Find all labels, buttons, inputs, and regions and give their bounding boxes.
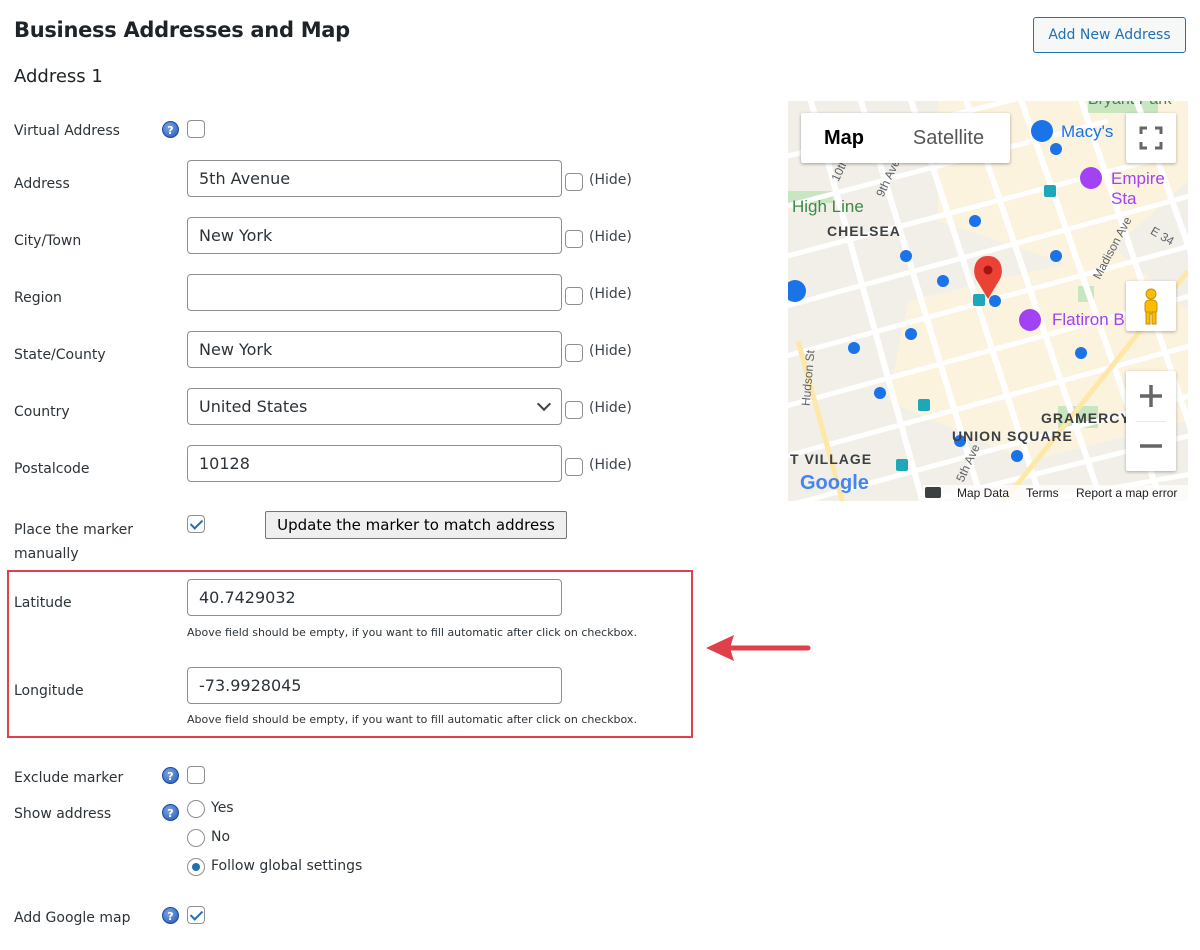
latitude-hint: Above field should be empty, if you want… bbox=[187, 626, 637, 639]
region-hide-checkbox[interactable] bbox=[565, 287, 583, 305]
country-hide-checkbox[interactable] bbox=[565, 401, 583, 419]
map-tab-map[interactable]: Map bbox=[801, 113, 887, 163]
show-address-option-global: Follow global settings bbox=[211, 858, 363, 874]
postalcode-hide-checkbox[interactable] bbox=[565, 458, 583, 476]
add-google-map-label: Add Google map bbox=[14, 910, 131, 926]
map-label-chelsea: CHELSEA bbox=[827, 223, 901, 239]
map-report-link[interactable]: Report a map error bbox=[1076, 486, 1177, 500]
map-data-link[interactable]: Map Data bbox=[957, 486, 1009, 500]
street-view-button[interactable] bbox=[1126, 281, 1176, 331]
country-label: Country bbox=[14, 404, 70, 420]
country-select-value: United States bbox=[199, 397, 308, 416]
page-title: Business Addresses and Map bbox=[14, 18, 350, 42]
help-icon[interactable]: ? bbox=[162, 804, 179, 821]
longitude-hint: Above field should be empty, if you want… bbox=[187, 713, 637, 726]
city-input[interactable] bbox=[187, 217, 562, 254]
zoom-controls bbox=[1126, 371, 1176, 471]
update-marker-button[interactable]: Update the marker to match address bbox=[265, 511, 567, 539]
city-hide-label: (Hide) bbox=[589, 229, 632, 245]
address-input[interactable] bbox=[187, 160, 562, 197]
region-label: Region bbox=[14, 290, 62, 306]
state-input[interactable] bbox=[187, 331, 562, 368]
address-label: Address bbox=[14, 176, 70, 192]
map-label-high-line: High Line bbox=[792, 197, 864, 216]
state-label: State/County bbox=[14, 347, 106, 363]
postalcode-input[interactable] bbox=[187, 445, 562, 482]
add-google-map-checkbox[interactable] bbox=[187, 906, 205, 924]
add-new-address-button[interactable]: Add New Address bbox=[1033, 17, 1186, 53]
google-logo: Google bbox=[800, 472, 869, 494]
longitude-input[interactable] bbox=[187, 667, 562, 704]
show-address-radio-global[interactable] bbox=[187, 858, 205, 876]
postalcode-label: Postalcode bbox=[14, 461, 90, 477]
country-select[interactable]: United States bbox=[187, 388, 562, 425]
postalcode-hide-label: (Hide) bbox=[589, 457, 632, 473]
latitude-label: Latitude bbox=[14, 595, 72, 611]
exclude-marker-checkbox[interactable] bbox=[187, 766, 205, 784]
address-hide-checkbox[interactable] bbox=[565, 173, 583, 191]
plus-icon bbox=[1140, 385, 1162, 407]
longitude-label: Longitude bbox=[14, 683, 84, 699]
show-address-option-no: No bbox=[211, 829, 231, 845]
state-hide-label: (Hide) bbox=[589, 343, 632, 359]
fullscreen-icon bbox=[1139, 126, 1163, 150]
zoom-in-button[interactable] bbox=[1126, 371, 1176, 421]
exclude-marker-label: Exclude marker bbox=[14, 770, 124, 786]
address-hide-label: (Hide) bbox=[589, 172, 632, 188]
minus-icon bbox=[1140, 444, 1162, 448]
help-icon[interactable]: ? bbox=[162, 121, 179, 138]
map-label-empire: Empire Sta bbox=[1111, 169, 1165, 208]
pegman-icon bbox=[1144, 288, 1158, 325]
show-address-label: Show address bbox=[14, 806, 112, 822]
place-marker-checkbox[interactable] bbox=[187, 515, 205, 533]
fullscreen-button[interactable] bbox=[1126, 113, 1176, 163]
chevron-down-icon bbox=[536, 396, 552, 412]
address-heading: Address 1 bbox=[14, 66, 103, 87]
country-hide-label: (Hide) bbox=[589, 400, 632, 416]
show-address-radio-no[interactable] bbox=[187, 829, 205, 847]
state-hide-checkbox[interactable] bbox=[565, 344, 583, 362]
place-marker-label-line2: manually bbox=[14, 546, 79, 562]
region-hide-label: (Hide) bbox=[589, 286, 632, 302]
map-label-flatiron: Flatiron B bbox=[1052, 310, 1125, 329]
latitude-input[interactable] bbox=[187, 579, 562, 616]
arrow-annotation-icon bbox=[706, 635, 811, 661]
show-address-radio-yes[interactable] bbox=[187, 800, 205, 818]
city-hide-checkbox[interactable] bbox=[565, 230, 583, 248]
help-icon[interactable]: ? bbox=[162, 767, 179, 784]
show-address-option-yes: Yes bbox=[211, 800, 234, 816]
map-label-gramercy: GRAMERCY bbox=[1041, 410, 1131, 426]
map-tab-satellite[interactable]: Satellite bbox=[887, 113, 1010, 163]
map-label-bryant-park: Bryant Park bbox=[1088, 101, 1172, 109]
virtual-address-checkbox[interactable] bbox=[187, 120, 205, 138]
city-label: City/Town bbox=[14, 233, 82, 249]
help-icon[interactable]: ? bbox=[162, 907, 179, 924]
virtual-address-label: Virtual Address bbox=[14, 123, 120, 139]
map-label-village: T VILLAGE bbox=[790, 451, 873, 467]
map-label-macys: Macy's bbox=[1061, 122, 1114, 141]
map-terms-link[interactable]: Terms bbox=[1026, 486, 1059, 500]
zoom-out-button[interactable] bbox=[1126, 421, 1176, 471]
place-marker-label: Place the marker manually bbox=[14, 518, 133, 566]
region-input[interactable] bbox=[187, 274, 562, 311]
map-type-toggle: Map Satellite bbox=[801, 113, 1010, 163]
place-marker-label-line1: Place the marker bbox=[14, 522, 134, 538]
